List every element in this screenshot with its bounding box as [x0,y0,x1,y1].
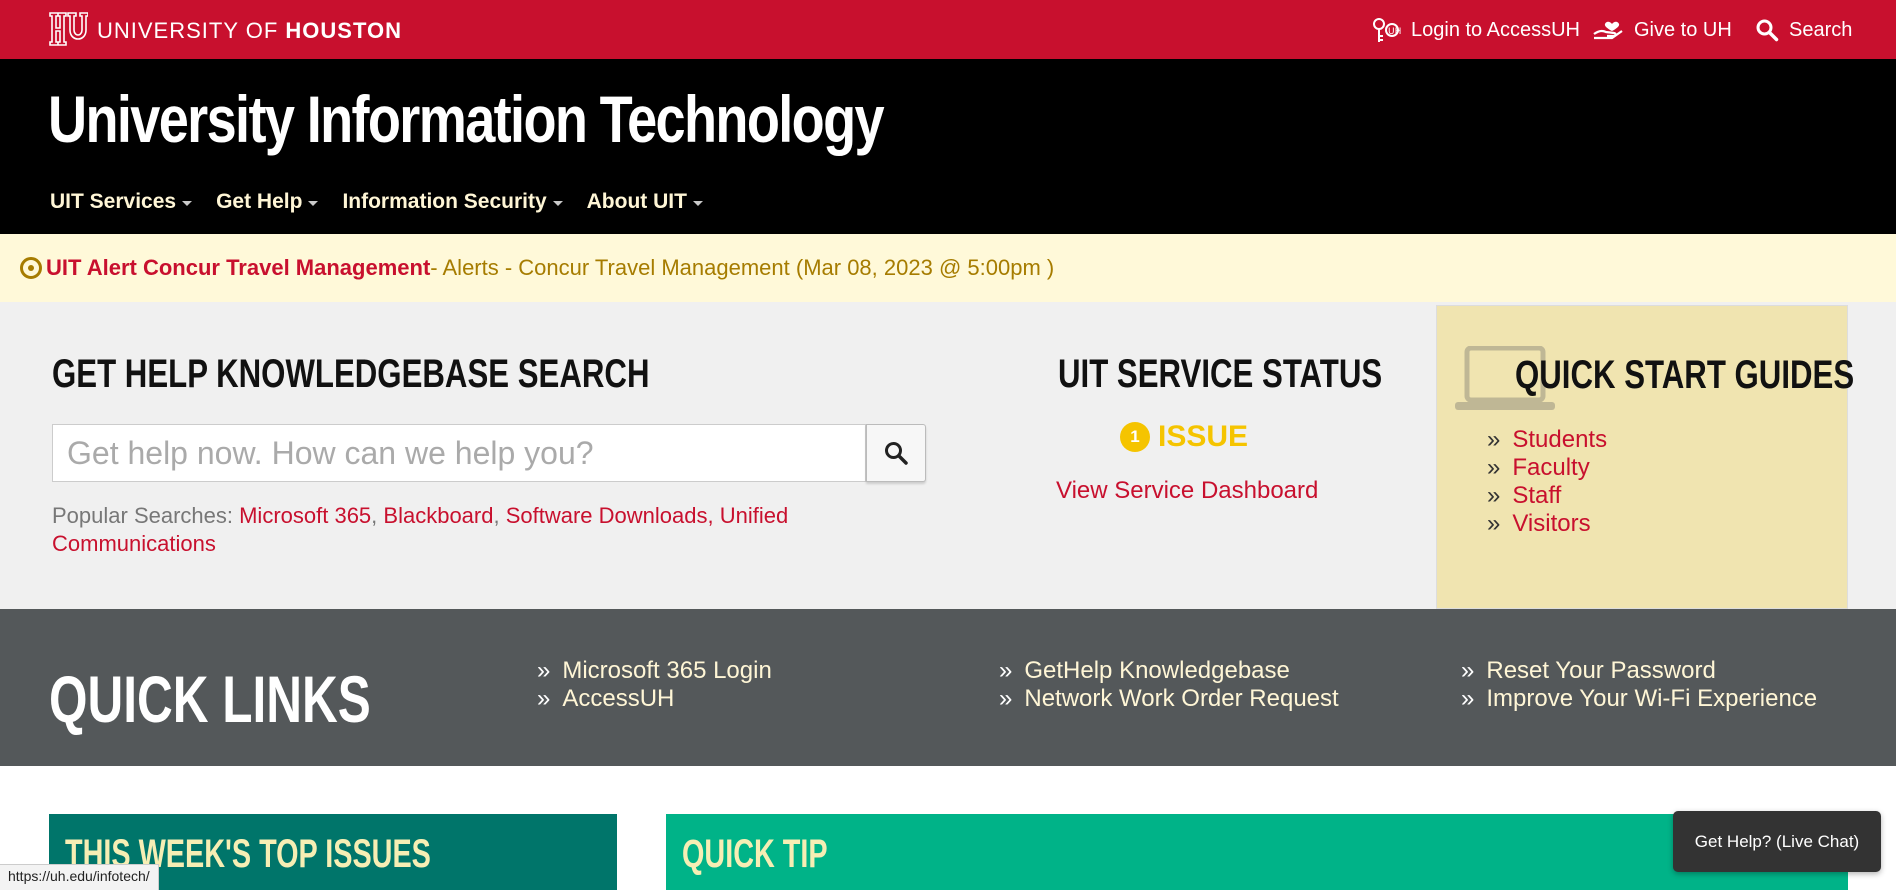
popular-link-microsoft-365[interactable]: Microsoft 365 [239,503,371,528]
wordmark-prefix: UNIVERSITY OF [97,18,286,43]
double-chevron-icon: » [1487,510,1501,537]
search-label: Search [1789,18,1853,41]
alert-dot-icon [20,257,42,279]
kb-search-title: GET HELP KNOWLEDGEBASE SEARCH [52,352,650,396]
link-reset-password[interactable]: Reset Your Password [1486,657,1715,684]
list-item: » Faculty [1487,454,1607,482]
nav-label: UIT Services [50,190,177,213]
kb-search-button[interactable] [866,424,926,482]
issue-indicator[interactable]: 1 ISSUE [1120,420,1248,454]
chevron-down-icon [692,200,703,206]
double-chevron-icon: » [999,657,1013,684]
quick-start-faculty[interactable]: Faculty [1512,454,1589,481]
list-item: » Staff [1487,482,1607,510]
double-chevron-icon: » [1487,454,1501,481]
svg-text:UH: UH [1388,27,1401,37]
link-microsoft-365-login[interactable]: Microsoft 365 Login [562,657,771,684]
link-accessuh[interactable]: AccessUH [562,685,674,712]
key-icon: UH [1373,18,1401,42]
list-item: » AccessUH [537,685,772,713]
nav-information-security[interactable]: Information Security [342,190,563,214]
chevron-down-icon [552,200,563,206]
site-title[interactable]: University Information Technology [48,81,885,157]
nav-about-uit[interactable]: About UIT [587,190,703,214]
issue-count-badge: 1 [1120,422,1150,452]
double-chevron-icon: » [1461,685,1475,712]
nav-uit-services[interactable]: UIT Services [50,190,193,214]
link-improve-wifi[interactable]: Improve Your Wi-Fi Experience [1486,685,1817,712]
quick-links-column-1: » Microsoft 365 Login » AccessUH [537,657,772,713]
quick-start-list: » Students » Faculty » Staff » Visitors [1487,426,1607,538]
double-chevron-icon: » [537,657,551,684]
wordmark-bold: HOUSTON [285,18,403,43]
list-item: » Visitors [1487,510,1607,538]
popular-searches: Popular Searches: Microsoft 365, Blackbo… [52,503,789,556]
live-chat-button[interactable]: Get Help? (Live Chat) [1673,811,1881,872]
kb-search-form [52,424,926,482]
quick-start-students[interactable]: Students [1512,426,1607,453]
chevron-down-icon [308,200,319,206]
quick-links-section: QUICK LINKS » Microsoft 365 Login » Access… [0,609,1896,766]
nav-label: Get Help [216,190,303,213]
kb-search-input[interactable] [52,424,866,482]
link-gethelp-knowledgebase[interactable]: GetHelp Knowledgebase [1024,657,1290,684]
quick-links-column-3: » Reset Your Password » Improve Your Wi-Fi… [1461,657,1817,713]
site-header: University Information Technology UIT Se… [0,59,1896,234]
uh-logo-icon[interactable] [48,11,88,47]
nav-get-help[interactable]: Get Help [216,190,319,214]
service-status-title: UIT SERVICE STATUS [1058,352,1383,396]
search-link[interactable]: Search [1755,16,1852,44]
uh-wordmark[interactable]: UNIVERSITY OF HOUSTON [97,18,402,44]
double-chevron-icon: » [537,685,551,712]
list-item: » GetHelp Knowledgebase [999,657,1339,685]
list-item: » Students [1487,426,1607,454]
double-chevron-icon: » [1461,657,1475,684]
login-accessuh-link[interactable]: UH Login to AccessUH [1371,16,1580,44]
quick-start-visitors[interactable]: Visitors [1512,510,1590,537]
quick-links-column-2: » GetHelp Knowledgebase » Network Work Ord… [999,657,1339,713]
double-chevron-icon: » [999,685,1013,712]
login-label: Login to AccessUH [1411,18,1580,41]
quick-start-title: QUICK START GUIDES [1515,353,1855,397]
popular-label: Popular Searches: [52,503,240,528]
giving-hand-icon [1593,21,1623,40]
list-item: » Microsoft 365 Login [537,657,772,685]
issue-label: ISSUE [1158,420,1249,453]
quick-start-panel: QUICK START GUIDES » Students » Faculty » S… [1436,305,1854,609]
chevron-down-icon [182,200,193,206]
service-dashboard-link[interactable]: View Service Dashboard [1056,477,1318,505]
list-item: » Network Work Order Request [999,685,1339,713]
nav-label: Information Security [342,190,547,213]
main-panel: GET HELP KNOWLEDGEBASE SEARCH Popular Se… [0,302,1896,609]
give-label: Give to UH [1634,18,1732,41]
nav-label: About UIT [586,190,687,213]
list-item: » Improve Your Wi-Fi Experience [1461,685,1817,713]
alert-text: - Alerts - Concur Travel Management (Mar… [430,255,1055,280]
popular-link-blackboard[interactable]: Blackboard [383,503,493,528]
quick-tip-card: QUICK TIP [666,814,1848,890]
double-chevron-icon: » [1487,426,1501,453]
quick-links-title: QUICK LINKS [49,662,371,736]
alert-title-link[interactable]: UIT Alert Concur Travel Management [46,255,430,281]
browser-status-url: https://uh.edu/infotech/ [0,864,159,890]
main-nav: UIT Services Get Help Information Securi… [50,190,703,214]
quick-tip-title: QUICK TIP [682,832,828,876]
link-network-work-order[interactable]: Network Work Order Request [1024,685,1338,712]
quick-start-staff[interactable]: Staff [1512,482,1561,509]
give-to-uh-link[interactable]: Give to UH [1592,16,1732,44]
list-item: » Reset Your Password [1461,657,1817,685]
search-icon [1756,19,1779,42]
search-icon [885,442,908,465]
top-utility-bar: UNIVERSITY OF HOUSTON UH Login to Access… [0,0,1896,59]
alert-banner: UIT Alert Concur Travel Management - Ale… [0,234,1896,302]
double-chevron-icon: » [1487,482,1501,509]
